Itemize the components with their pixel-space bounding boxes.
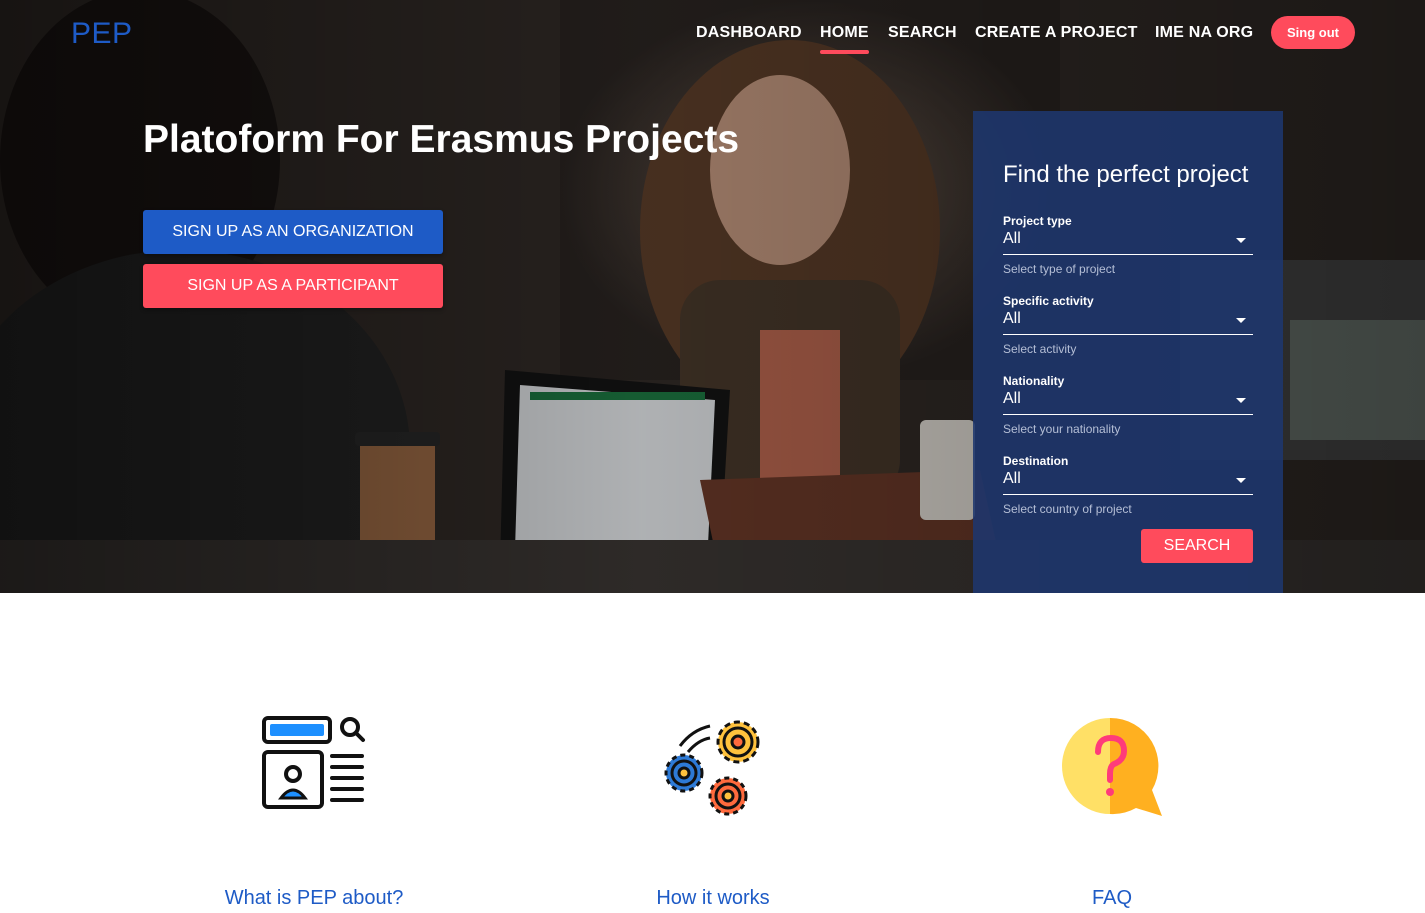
signup-organization-button[interactable]: SIGN UP AS AN ORGANIZATION — [143, 210, 443, 254]
hero-title: Platoform For Erasmus Projects — [143, 118, 740, 161]
search-button[interactable]: SEARCH — [1141, 529, 1253, 563]
nationality-value: All — [1003, 390, 1021, 407]
top-nav: DASHBOARD HOME SEARCH CREATE A PROJECT I… — [0, 0, 1425, 70]
project-type-select[interactable]: All — [1003, 228, 1253, 255]
caret-down-icon — [1236, 478, 1246, 483]
nav-home[interactable]: HOME — [820, 24, 869, 54]
question-bubble-icon — [1062, 717, 1162, 816]
gears-icon — [664, 720, 760, 816]
feature-about-link[interactable]: What is PEP about? — [225, 887, 404, 910]
profile-document-icon — [262, 716, 365, 809]
feature-faq-link[interactable]: FAQ — [1092, 887, 1132, 910]
search-panel-title: Find the perfect project — [1003, 161, 1249, 188]
specific-activity-help: Select activity — [1003, 342, 1077, 356]
nav-search[interactable]: SEARCH — [888, 24, 957, 42]
signout-button[interactable]: Sing out — [1271, 16, 1355, 49]
destination-label: Destination — [1003, 454, 1069, 468]
nav-dashboard[interactable]: DASHBOARD — [696, 24, 802, 42]
nav-create-project[interactable]: CREATE A PROJECT — [975, 24, 1138, 42]
caret-down-icon — [1236, 318, 1246, 323]
specific-activity-label: Specific activity — [1003, 294, 1094, 308]
nationality-label: Nationality — [1003, 374, 1065, 388]
specific-activity-select[interactable]: All — [1003, 308, 1253, 335]
caret-down-icon — [1236, 238, 1246, 243]
destination-value: All — [1003, 470, 1021, 487]
nationality-help: Select your nationality — [1003, 422, 1121, 436]
project-type-help: Select type of project — [1003, 262, 1116, 276]
caret-down-icon — [1236, 398, 1246, 403]
search-panel: Find the perfect project Project type Al… — [973, 111, 1283, 593]
nationality-select[interactable]: All — [1003, 388, 1253, 415]
nav-account[interactable]: IME NA ORG — [1155, 24, 1253, 42]
destination-help: Select country of project — [1003, 502, 1132, 516]
project-type-value: All — [1003, 230, 1021, 247]
destination-select[interactable]: All — [1003, 468, 1253, 495]
signup-participant-button[interactable]: SIGN UP AS A PARTICIPANT — [143, 264, 443, 308]
feature-how-it-works-link[interactable]: How it works — [656, 887, 769, 910]
specific-activity-value: All — [1003, 310, 1021, 327]
project-type-label: Project type — [1003, 214, 1072, 228]
